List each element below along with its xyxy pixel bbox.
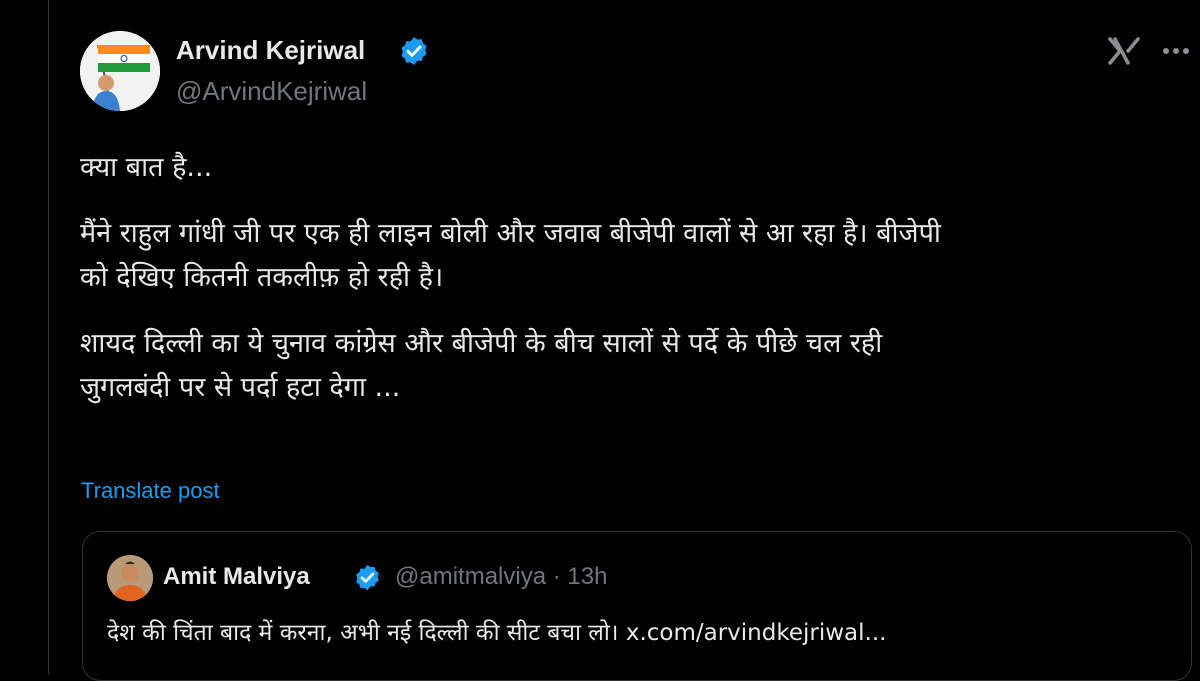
author-name[interactable]: Arvind Kejriwal bbox=[176, 33, 365, 67]
quoted-avatar-image bbox=[107, 555, 153, 601]
quoted-author-name[interactable]: Amit Malviya bbox=[163, 562, 310, 592]
author-handle[interactable]: @ArvindKejriwal bbox=[176, 74, 367, 108]
quoted-post-text: देश की चिंता बाद में करना, अभी नई दिल्ली… bbox=[107, 620, 887, 646]
translate-post-link[interactable]: Translate post bbox=[81, 476, 220, 506]
timeline-divider bbox=[48, 0, 49, 675]
avatar-image bbox=[80, 31, 160, 111]
post-paragraph: क्या बात है... bbox=[80, 152, 213, 183]
post-paragraph: मैंने राहुल गांधी जी पर एक ही लाइन बोली … bbox=[80, 218, 941, 293]
verified-badge-icon bbox=[356, 564, 379, 591]
more-options-icon[interactable] bbox=[1158, 36, 1194, 66]
quoted-author-handle-time[interactable]: @amitmalviya · 13h bbox=[395, 562, 607, 592]
verified-badge-icon bbox=[401, 37, 427, 65]
quoted-post-card[interactable]: Amit Malviya @amitmalviya · 13h देश की च… bbox=[82, 531, 1192, 681]
post-paragraph: शायद दिल्ली का ये चुनाव कांग्रेस और बीजे… bbox=[80, 328, 883, 403]
quoted-author-avatar[interactable] bbox=[107, 555, 153, 601]
x-logo-icon[interactable] bbox=[1108, 36, 1142, 66]
post-text: क्या बात है... मैंने राहुल गांधी जी पर ए… bbox=[80, 146, 1180, 410]
author-avatar[interactable] bbox=[80, 31, 160, 111]
